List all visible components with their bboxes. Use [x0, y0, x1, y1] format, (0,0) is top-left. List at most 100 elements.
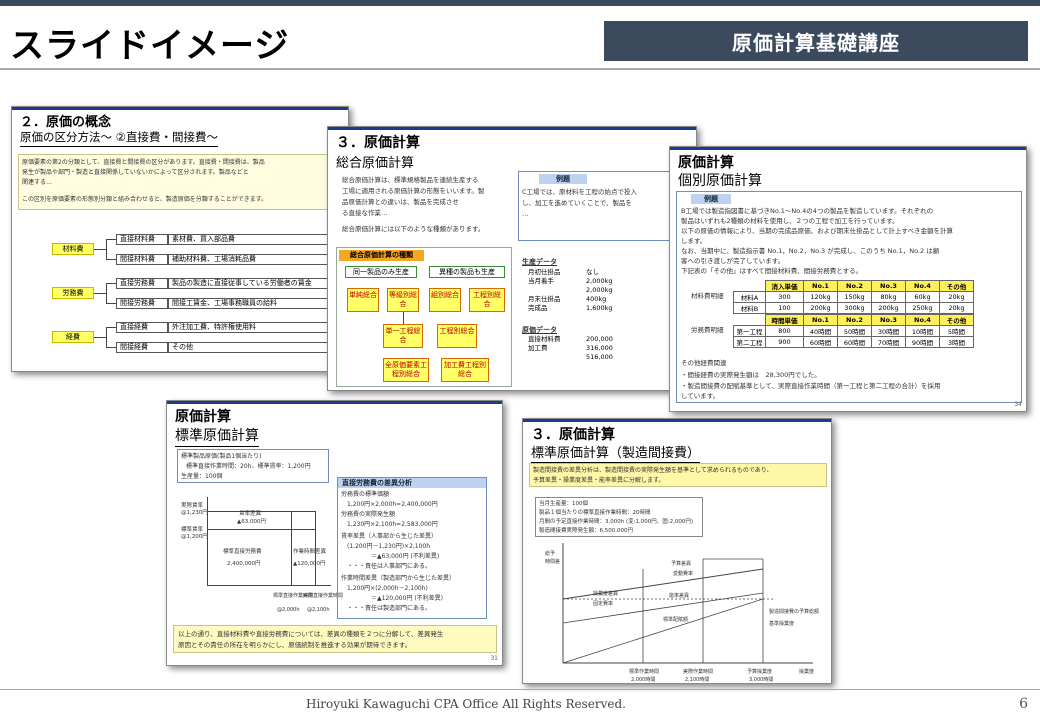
table-cell: 300: [765, 291, 804, 303]
type-box: 全原価要素工程別総合: [383, 358, 429, 382]
direct-cost-label: 直接労務費: [116, 278, 168, 289]
indirect-cost-label: 間接経費: [116, 342, 168, 353]
table-cell: 50時間: [837, 325, 872, 337]
panel-header: 総合原価計算の種類: [339, 250, 424, 261]
standard-hours-line: [291, 511, 292, 585]
example-line: 以下の原価の情報により、当期の完成品原価、および期末仕掛品として計上すべき金額を…: [681, 227, 953, 235]
cost-value: 2,400,000円: [227, 561, 261, 567]
table-cell: その他: [939, 280, 974, 292]
table-row: 材料A 300 120kg 150kg 80kg 60kg 20kg: [733, 291, 974, 303]
variance-value: ▲120,000円: [293, 561, 326, 567]
slide-title: ３．原価計算: [531, 427, 615, 443]
slide-top-rule: [167, 401, 502, 404]
table-cell: 時間単価: [765, 314, 804, 326]
variance-analysis-box: 直接労務費の差異分析 労務費の標準価額 1,200円×2,000h=2,400,…: [337, 477, 487, 619]
slide-subtitle: 個別原価計算: [678, 170, 762, 192]
data-row: 2,000kg: [528, 286, 678, 295]
category-label: 経費: [52, 331, 94, 343]
labor-cost-label: 労務費明細: [691, 326, 724, 334]
table-cell: [733, 280, 766, 292]
table-cell: 第二工程: [733, 336, 766, 348]
analysis-line: 労務費の標準価額: [341, 491, 390, 498]
body-line: 工場に適用される原価計算の形態をいいます。製: [342, 187, 485, 195]
axis-value: @1,200円: [181, 534, 208, 540]
connector: [106, 283, 116, 284]
analysis-line: (1,200円－1,230円)×2,100h: [341, 543, 431, 550]
direct-cost-label: 直接材料費: [116, 234, 168, 245]
table-cell: 30時間: [871, 325, 906, 337]
data-row: 月初仕掛品 なし: [528, 268, 678, 277]
row-value: なし: [586, 268, 599, 276]
table-cell: 60kg: [905, 291, 940, 303]
y-axis-label: 時間差: [545, 559, 561, 565]
intro-line: この区別を原価要素の形態別分類と組み合わせると、製造原価を分類することができます…: [22, 196, 268, 203]
data-row: 516,000: [528, 353, 678, 362]
row-label: 月初仕掛品: [528, 268, 561, 276]
standard-rate-line: [207, 529, 315, 530]
cost-data: 直接材料費 200,000 加工費 316,000 516,000: [528, 335, 678, 362]
connector: [106, 259, 116, 260]
row-label: 直接材料費: [528, 335, 561, 343]
analysis-header: 直接労務費の差異分析: [338, 478, 486, 488]
table-cell: 10時間: [905, 325, 940, 337]
x-axis-title: 操業度: [799, 669, 815, 675]
variance-value: ▲63,000円: [237, 519, 266, 525]
data-row: 完成品 1,600kg: [528, 304, 678, 313]
slide-thumb-standard-costing: 原価計算 標準原価計算 標準製品原価(製品1個当たり) 標準直接作業時間：20h…: [166, 400, 503, 666]
analysis-line: 作業時間差異（製造部門から生じた差異）: [341, 575, 456, 582]
data-row: 直接材料費 200,000: [528, 335, 678, 344]
indirect-cost-desc: その他: [168, 342, 338, 353]
row-value: 1,600kg: [586, 304, 613, 312]
indirect-cost-desc: 間接工賃金、工場事務職員の給料: [168, 298, 338, 309]
example-line: B工場では製造指図書に基づきNo.1～No.4の4つの製品を製造しています。それ…: [681, 207, 934, 215]
intro-line: 関連する…: [22, 179, 53, 186]
table-header-row: 消入単価 No.1 No.2 No.3 No.4 その他: [733, 280, 974, 292]
table-row: 第二工程 900 60時間 60時間 70時間 90時間 3時間: [733, 336, 974, 348]
table-cell: 消入単価: [765, 280, 804, 292]
slide-thumb-job-order-costing: 原価計算 個別原価計算 例題 B工場では製造指図書に基づきNo.1～No.4の4…: [669, 146, 1027, 412]
example-box: 例題 C工場では、原材料を工程の始点で投入 し、加工を進めていくことで、製品を …: [518, 171, 694, 241]
example-line: します。: [681, 237, 707, 245]
type-box: 加工費工程別総合: [441, 358, 489, 382]
axis-value: @1,230円: [181, 510, 208, 516]
type-box: 単一工程総合: [383, 324, 423, 348]
table-cell: No.2: [837, 314, 872, 326]
table-header-row: 時間単価 No.1 No.2 No.3 No.4 その他: [733, 314, 974, 326]
table-cell: その他: [939, 314, 974, 326]
type-box: 工程別総合: [437, 324, 477, 348]
other-costs-heading: その他経費関連: [681, 359, 727, 367]
x-axis-value: 3,000時間: [749, 677, 774, 683]
analysis-line: 1,230円×2,100h=2,583,000円: [341, 521, 438, 528]
top-accent-bar: [0, 0, 1040, 6]
slide-subtitle: 総合原価計算: [336, 156, 415, 171]
example-line: し、加工を進めていくことで、製品を: [522, 199, 633, 207]
type-box: 工程別総合: [469, 288, 505, 312]
slide-thumb-overhead-variance: ３．原価計算 標準原価計算（製造間接費） 製造間接費の差異分析は、製造間接費の実…: [522, 418, 832, 684]
intro-line: 発生が製品や部門・製造と直接関係していないかによって区分されます。製品などと: [22, 169, 249, 176]
slide-subtitle: 標準原価計算: [175, 425, 259, 447]
indirect-cost-label: 間接材料費: [116, 254, 168, 265]
connector: [106, 239, 107, 259]
intro-box: 原価要素の第2の分類として、直接費と間接費の区分があります。直接費・間接費は、製…: [18, 154, 344, 210]
slide-top-rule: [670, 147, 1026, 150]
table-cell: 200kg: [803, 302, 838, 314]
production-data-heading: 生産データ: [522, 258, 557, 266]
slide-top-rule: [523, 419, 831, 422]
table-cell: No.1: [803, 280, 838, 292]
direct-cost-desc: 外注加工費、特許権使用料: [168, 322, 338, 333]
table-row: 第一工程 800 40時間 50時間 30時間 10時間 5時間: [733, 325, 974, 337]
diagram-label: 基準操業度: [769, 621, 795, 627]
indirect-cost-label: 間接労務費: [116, 298, 168, 309]
table-row: 材料B 100 200kg 300kg 200kg 250kg 20kg: [733, 302, 974, 314]
table-cell: No.3: [871, 314, 906, 326]
slide-thumb-direct-indirect-costs: ２．原価の概念 原価の区分方法～ ②直接費・間接費～ 原価要素の第2の分類として…: [11, 106, 349, 372]
table-cell: 20kg: [939, 291, 974, 303]
slide-title: 原価計算: [175, 409, 231, 425]
summary-box: 以上の通り、直接材料費や直接労務費については、差異の種類を２つに分解して、差異発…: [173, 625, 497, 653]
analysis-line: 労務費の実際発生額: [341, 511, 396, 518]
row-value: 2,000kg: [586, 286, 613, 294]
connector: [106, 327, 116, 328]
analysis-line: 1,200円×2,000h=2,400,000円: [341, 501, 438, 508]
diagram-label: 製造間接費の予算総額: [769, 609, 820, 615]
analysis-line: ＝▲63,000円 (不利差異): [341, 553, 440, 560]
